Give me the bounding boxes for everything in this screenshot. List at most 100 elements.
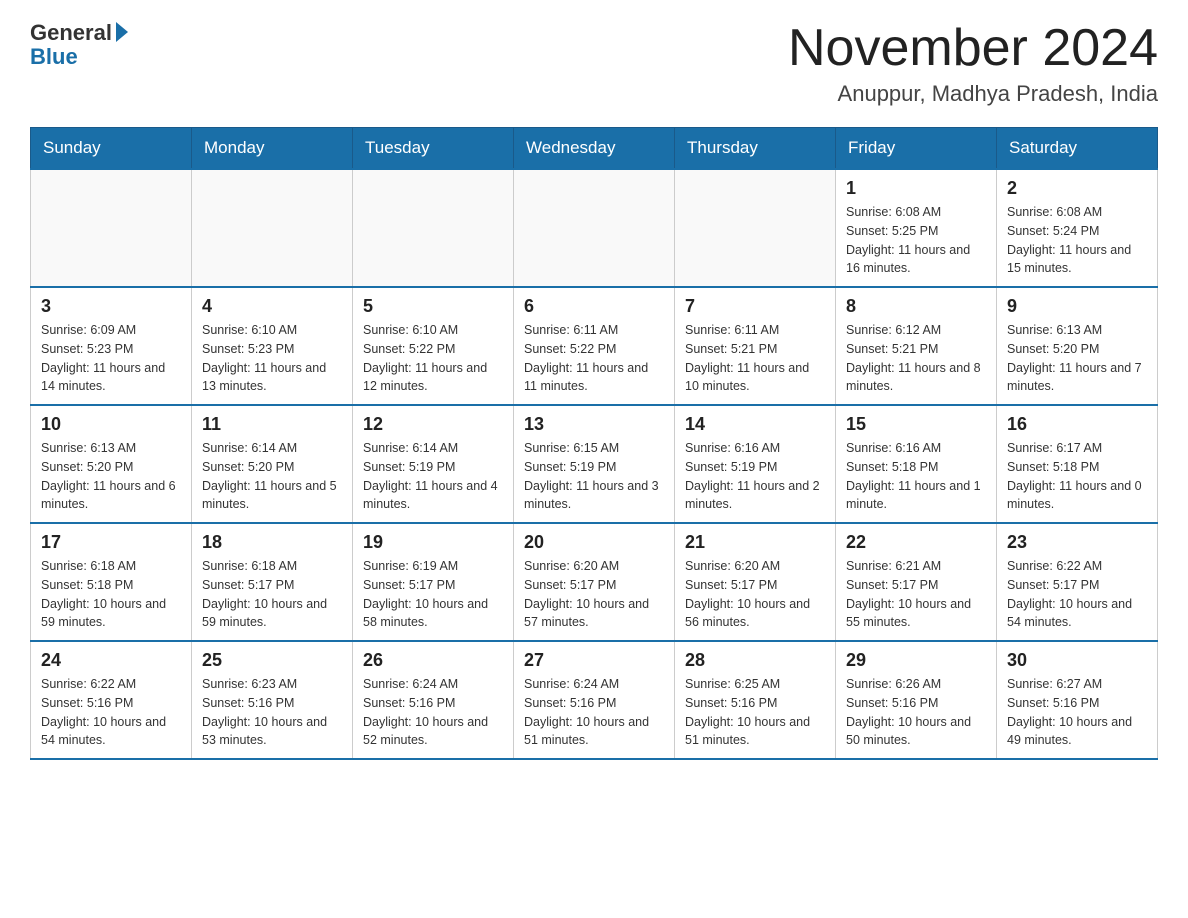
- day-number: 8: [846, 296, 986, 317]
- calendar-cell: [31, 169, 192, 287]
- day-info: Sunrise: 6:26 AMSunset: 5:16 PMDaylight:…: [846, 675, 986, 750]
- day-info: Sunrise: 6:14 AMSunset: 5:20 PMDaylight:…: [202, 439, 342, 514]
- calendar-cell: 18 Sunrise: 6:18 AMSunset: 5:17 PMDayligh…: [192, 523, 353, 641]
- day-info: Sunrise: 6:19 AMSunset: 5:17 PMDaylight:…: [363, 557, 503, 632]
- day-number: 25: [202, 650, 342, 671]
- calendar-cell: 27Sunrise: 6:24 AMSunset: 5:16 PMDayligh…: [514, 641, 675, 759]
- calendar-week-row: 1Sunrise: 6:08 AMSunset: 5:25 PMDaylight…: [31, 169, 1158, 287]
- calendar-cell: 11Sunrise: 6:14 AMSunset: 5:20 PMDayligh…: [192, 405, 353, 523]
- calendar-cell: 2Sunrise: 6:08 AMSunset: 5:24 PMDaylight…: [997, 169, 1158, 287]
- day-info: Sunrise: 6:18 AMSunset: 5:18 PMDaylight:…: [41, 557, 181, 632]
- weekday-header-tuesday: Tuesday: [353, 128, 514, 170]
- day-number: 18: [202, 532, 342, 553]
- day-number: 28: [685, 650, 825, 671]
- weekday-header-thursday: Thursday: [675, 128, 836, 170]
- day-info: Sunrise: 6:11 AMSunset: 5:22 PMDaylight:…: [524, 321, 664, 396]
- day-number: 14: [685, 414, 825, 435]
- weekday-header-wednesday: Wednesday: [514, 128, 675, 170]
- calendar-cell: 5 Sunrise: 6:10 AMSunset: 5:22 PMDaylight…: [353, 287, 514, 405]
- day-info: Sunrise: 6:20 AMSunset: 5:17 PMDaylight:…: [685, 557, 825, 632]
- day-number: 17: [41, 532, 181, 553]
- logo-general-text: General: [30, 20, 128, 46]
- weekday-header-row: SundayMondayTuesdayWednesdayThursdayFrid…: [31, 128, 1158, 170]
- day-info: Sunrise: 6:13 AMSunset: 5:20 PMDaylight:…: [1007, 321, 1147, 396]
- calendar-cell: 29Sunrise: 6:26 AMSunset: 5:16 PMDayligh…: [836, 641, 997, 759]
- calendar-cell: 3 Sunrise: 6:09 AMSunset: 5:23 PMDaylight…: [31, 287, 192, 405]
- day-number: 22: [846, 532, 986, 553]
- day-number: 19: [363, 532, 503, 553]
- day-info: Sunrise: 6:21 AMSunset: 5:17 PMDaylight:…: [846, 557, 986, 632]
- day-info: Sunrise: 6:09 AMSunset: 5:23 PMDaylight:…: [41, 321, 181, 396]
- location-subtitle: Anuppur, Madhya Pradesh, India: [788, 81, 1158, 107]
- calendar-cell: 6 Sunrise: 6:11 AMSunset: 5:22 PMDaylight…: [514, 287, 675, 405]
- calendar-cell: 17 Sunrise: 6:18 AMSunset: 5:18 PMDayligh…: [31, 523, 192, 641]
- calendar-cell: 23 Sunrise: 6:22 AMSunset: 5:17 PMDayligh…: [997, 523, 1158, 641]
- day-info: Sunrise: 6:11 AMSunset: 5:21 PMDaylight:…: [685, 321, 825, 396]
- day-info: Sunrise: 6:14 AMSunset: 5:19 PMDaylight:…: [363, 439, 503, 514]
- calendar-cell: 13Sunrise: 6:15 AMSunset: 5:19 PMDayligh…: [514, 405, 675, 523]
- weekday-header-monday: Monday: [192, 128, 353, 170]
- logo-arrow-icon: [116, 22, 128, 42]
- day-info: Sunrise: 6:22 AMSunset: 5:16 PMDaylight:…: [41, 675, 181, 750]
- day-info: Sunrise: 6:18 AMSunset: 5:17 PMDaylight:…: [202, 557, 342, 632]
- day-info: Sunrise: 6:12 AMSunset: 5:21 PMDaylight:…: [846, 321, 986, 396]
- calendar-cell: 26Sunrise: 6:24 AMSunset: 5:16 PMDayligh…: [353, 641, 514, 759]
- day-number: 5: [363, 296, 503, 317]
- header: General Blue November 2024 Anuppur, Madh…: [30, 20, 1158, 107]
- day-info: Sunrise: 6:08 AMSunset: 5:25 PMDaylight:…: [846, 203, 986, 278]
- logo: General Blue: [30, 20, 128, 70]
- calendar-cell: 8 Sunrise: 6:12 AMSunset: 5:21 PMDaylight…: [836, 287, 997, 405]
- calendar-cell: 9Sunrise: 6:13 AMSunset: 5:20 PMDaylight…: [997, 287, 1158, 405]
- day-info: Sunrise: 6:22 AMSunset: 5:17 PMDaylight:…: [1007, 557, 1147, 632]
- day-number: 20: [524, 532, 664, 553]
- day-number: 24: [41, 650, 181, 671]
- calendar-cell: 28 Sunrise: 6:25 AMSunset: 5:16 PMDayligh…: [675, 641, 836, 759]
- day-number: 26: [363, 650, 503, 671]
- calendar-cell: 7 Sunrise: 6:11 AMSunset: 5:21 PMDaylight…: [675, 287, 836, 405]
- day-info: Sunrise: 6:16 AMSunset: 5:19 PMDaylight:…: [685, 439, 825, 514]
- calendar-cell: 14 Sunrise: 6:16 AMSunset: 5:19 PMDayligh…: [675, 405, 836, 523]
- day-info: Sunrise: 6:10 AMSunset: 5:23 PMDaylight:…: [202, 321, 342, 396]
- day-number: 12: [363, 414, 503, 435]
- calendar-week-row: 3 Sunrise: 6:09 AMSunset: 5:23 PMDaylight…: [31, 287, 1158, 405]
- calendar-cell: 10Sunrise: 6:13 AMSunset: 5:20 PMDayligh…: [31, 405, 192, 523]
- day-number: 3: [41, 296, 181, 317]
- day-info: Sunrise: 6:27 AMSunset: 5:16 PMDaylight:…: [1007, 675, 1147, 750]
- day-info: Sunrise: 6:08 AMSunset: 5:24 PMDaylight:…: [1007, 203, 1147, 278]
- calendar-week-row: 17 Sunrise: 6:18 AMSunset: 5:18 PMDayligh…: [31, 523, 1158, 641]
- day-info: Sunrise: 6:25 AMSunset: 5:16 PMDaylight:…: [685, 675, 825, 750]
- calendar-cell: 25 Sunrise: 6:23 AMSunset: 5:16 PMDayligh…: [192, 641, 353, 759]
- logo-general-label: General: [30, 20, 112, 46]
- logo-blue-label: Blue: [30, 44, 78, 70]
- day-info: Sunrise: 6:16 AMSunset: 5:18 PMDaylight:…: [846, 439, 986, 514]
- day-number: 23: [1007, 532, 1147, 553]
- day-number: 30: [1007, 650, 1147, 671]
- calendar-cell: 21 Sunrise: 6:20 AMSunset: 5:17 PMDayligh…: [675, 523, 836, 641]
- weekday-header-sunday: Sunday: [31, 128, 192, 170]
- calendar-cell: 20Sunrise: 6:20 AMSunset: 5:17 PMDayligh…: [514, 523, 675, 641]
- calendar-cell: 30 Sunrise: 6:27 AMSunset: 5:16 PMDayligh…: [997, 641, 1158, 759]
- calendar-cell: [192, 169, 353, 287]
- day-number: 7: [685, 296, 825, 317]
- day-number: 4: [202, 296, 342, 317]
- day-number: 21: [685, 532, 825, 553]
- calendar-cell: [514, 169, 675, 287]
- day-info: Sunrise: 6:23 AMSunset: 5:16 PMDaylight:…: [202, 675, 342, 750]
- day-number: 10: [41, 414, 181, 435]
- day-info: Sunrise: 6:10 AMSunset: 5:22 PMDaylight:…: [363, 321, 503, 396]
- day-info: Sunrise: 6:15 AMSunset: 5:19 PMDaylight:…: [524, 439, 664, 514]
- day-number: 27: [524, 650, 664, 671]
- calendar-cell: 15Sunrise: 6:16 AMSunset: 5:18 PMDayligh…: [836, 405, 997, 523]
- calendar-cell: 12 Sunrise: 6:14 AMSunset: 5:19 PMDayligh…: [353, 405, 514, 523]
- calendar-week-row: 24 Sunrise: 6:22 AMSunset: 5:16 PMDayligh…: [31, 641, 1158, 759]
- calendar-cell: [353, 169, 514, 287]
- day-number: 6: [524, 296, 664, 317]
- weekday-header-saturday: Saturday: [997, 128, 1158, 170]
- calendar-cell: 16Sunrise: 6:17 AMSunset: 5:18 PMDayligh…: [997, 405, 1158, 523]
- calendar-cell: 1Sunrise: 6:08 AMSunset: 5:25 PMDaylight…: [836, 169, 997, 287]
- calendar-cell: 4 Sunrise: 6:10 AMSunset: 5:23 PMDaylight…: [192, 287, 353, 405]
- weekday-header-friday: Friday: [836, 128, 997, 170]
- calendar-cell: 19 Sunrise: 6:19 AMSunset: 5:17 PMDayligh…: [353, 523, 514, 641]
- month-title: November 2024: [788, 20, 1158, 77]
- day-info: Sunrise: 6:17 AMSunset: 5:18 PMDaylight:…: [1007, 439, 1147, 514]
